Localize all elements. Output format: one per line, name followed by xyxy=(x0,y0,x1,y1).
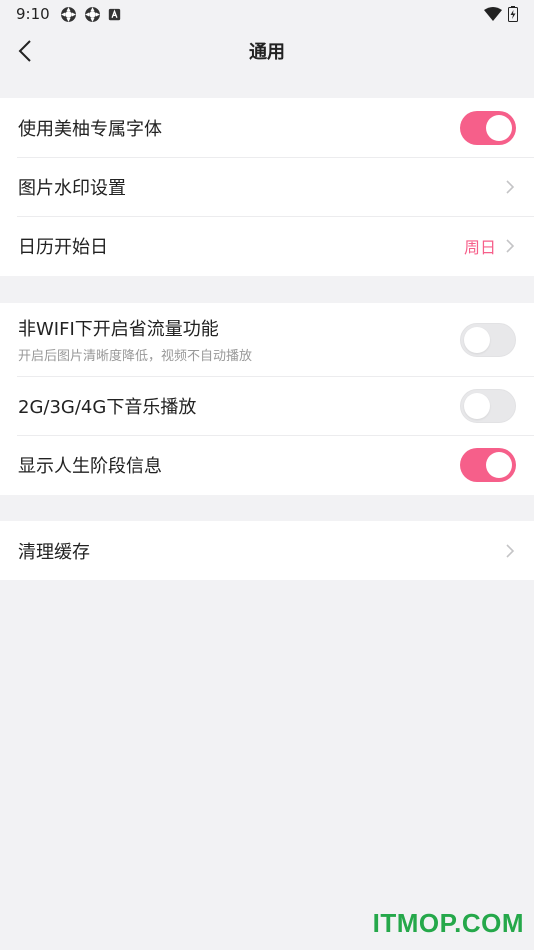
settings-group-general: 使用美柚专属字体 图片水印设置 日历开始日 周日 xyxy=(0,98,534,276)
setting-row-data-saver: 非WIFI下开启省流量功能 开启后图片清晰度降低，视频不自动播放 xyxy=(0,303,534,376)
status-bar: 9:10 xyxy=(0,0,534,28)
chevron-right-icon xyxy=(506,543,515,558)
setting-label: 使用美柚专属字体 xyxy=(18,118,162,140)
setting-row-clear-cache[interactable]: 清理缓存 xyxy=(0,521,534,580)
setting-label: 清理缓存 xyxy=(18,541,90,563)
setting-row-watermark[interactable]: 图片水印设置 xyxy=(0,157,534,216)
status-right xyxy=(484,6,518,22)
setting-label: 2G/3G/4G下音乐播放 xyxy=(18,396,197,418)
chevron-left-icon xyxy=(18,40,31,62)
toggle-knob xyxy=(464,392,490,419)
sync-icon xyxy=(84,6,100,22)
toggle-knob xyxy=(464,326,490,353)
setting-row-life-stage: 显示人生阶段信息 xyxy=(0,435,534,494)
setting-label: 图片水印设置 xyxy=(18,177,126,199)
setting-row-music-mobile: 2G/3G/4G下音乐播放 xyxy=(0,376,534,435)
page-title: 通用 xyxy=(249,42,285,63)
data-saver-toggle[interactable] xyxy=(460,322,516,357)
font-toggle[interactable] xyxy=(460,110,516,145)
sync-icon xyxy=(60,6,76,22)
calendar-start-value: 周日 xyxy=(463,237,496,257)
toggle-knob xyxy=(486,451,512,478)
chevron-right-icon xyxy=(506,238,515,253)
settings-group-network: 非WIFI下开启省流量功能 开启后图片清晰度降低，视频不自动播放 2G/3G/4… xyxy=(0,303,534,495)
battery-icon xyxy=(508,6,518,22)
music-mobile-toggle[interactable] xyxy=(460,388,516,423)
toggle-knob xyxy=(486,114,512,141)
status-time: 9:10 xyxy=(16,5,50,23)
setting-row-font: 使用美柚专属字体 xyxy=(0,98,534,157)
settings-group-storage: 清理缓存 xyxy=(0,521,534,580)
setting-label: 非WIFI下开启省流量功能 xyxy=(18,319,219,340)
chevron-right-icon xyxy=(506,179,515,194)
a-badge-icon xyxy=(108,8,120,20)
navigation-bar: 通用 xyxy=(0,28,534,74)
life-stage-toggle[interactable] xyxy=(460,447,516,482)
setting-text: 非WIFI下开启省流量功能 开启后图片清晰度降低，视频不自动播放 xyxy=(18,315,460,364)
setting-row-calendar-start[interactable]: 日历开始日 周日 xyxy=(0,216,534,275)
setting-label: 日历开始日 xyxy=(18,236,108,258)
site-watermark: ITMOP.COM xyxy=(372,908,524,938)
wifi-icon xyxy=(484,7,502,21)
setting-label: 显示人生阶段信息 xyxy=(18,455,162,477)
setting-description: 开启后图片清晰度降低，视频不自动播放 xyxy=(18,349,253,364)
back-button[interactable] xyxy=(10,36,40,66)
